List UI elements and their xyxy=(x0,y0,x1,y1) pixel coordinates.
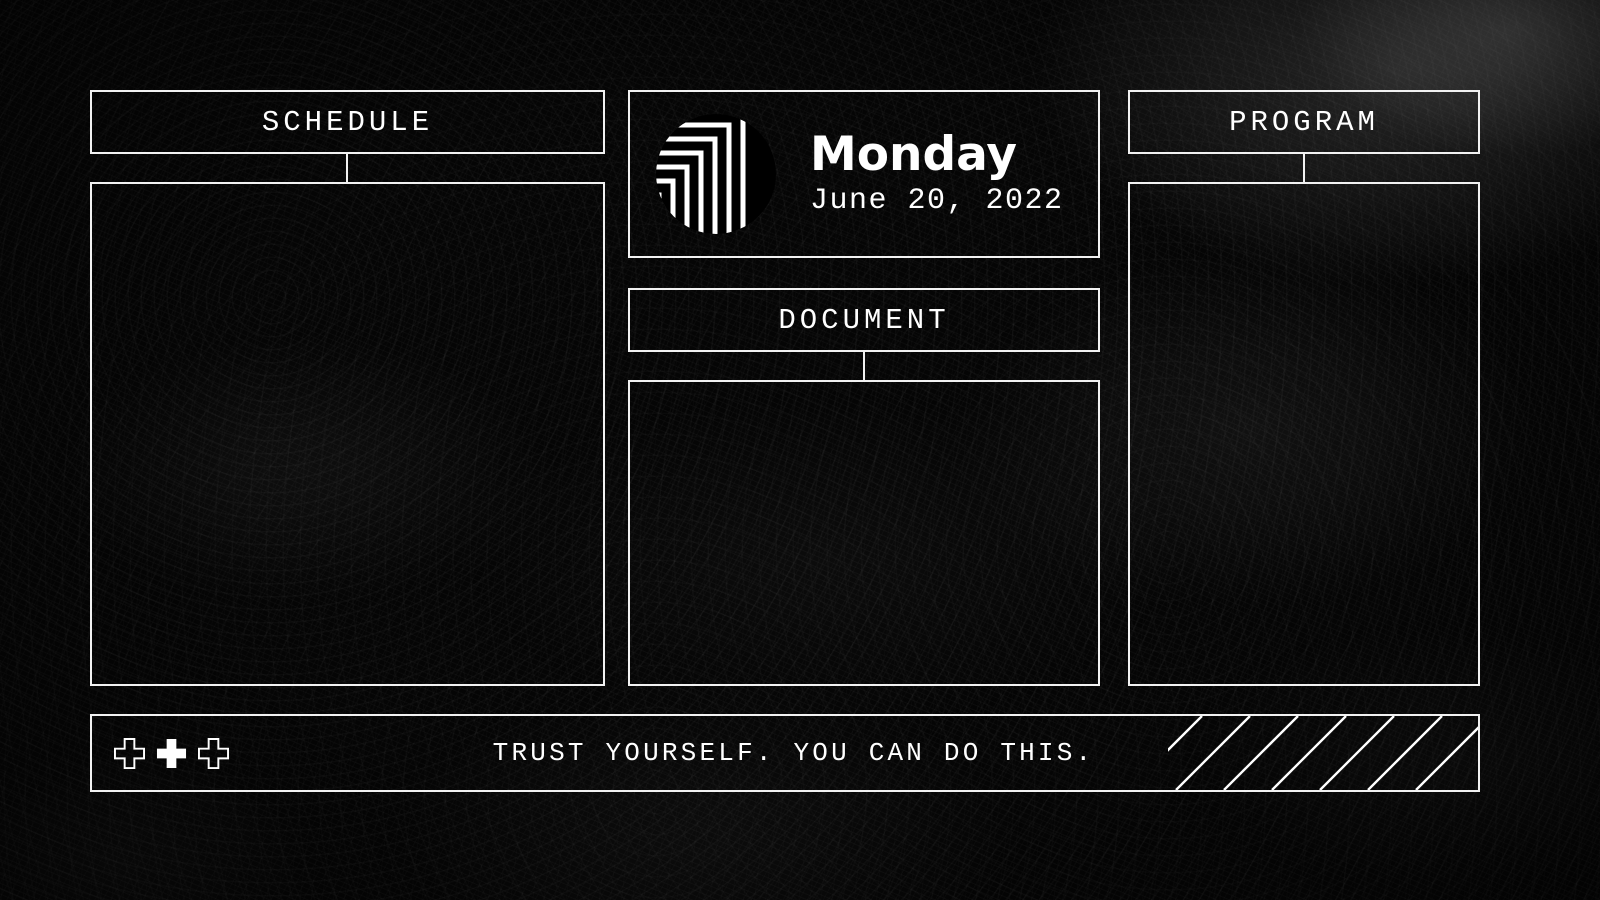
concentric-corner-circle-logo-icon xyxy=(656,114,776,234)
schedule-header-box[interactable]: SCHEDULE xyxy=(90,90,605,154)
program-title: PROGRAM xyxy=(1229,105,1379,139)
document-header-box[interactable]: DOCUMENT xyxy=(628,288,1100,352)
planner-frame: SCHEDULE Monday June 20, 2022 DOCUMENT P… xyxy=(0,0,1600,900)
cross-icon-outline-right xyxy=(198,737,229,769)
schedule-content-panel[interactable] xyxy=(90,182,605,686)
date-card[interactable]: Monday June 20, 2022 xyxy=(628,90,1100,258)
diagonal-stripes-decoration xyxy=(1168,716,1478,790)
document-title: DOCUMENT xyxy=(778,303,950,337)
cross-icon-group xyxy=(114,737,229,769)
motivational-quote: TRUST YOURSELF. YOU CAN DO THIS. xyxy=(492,738,1095,768)
program-connector-line xyxy=(1303,154,1305,182)
document-content-panel[interactable] xyxy=(628,380,1100,686)
footer-quote-bar[interactable]: TRUST YOURSELF. YOU CAN DO THIS. xyxy=(90,714,1480,792)
program-header-box[interactable]: PROGRAM xyxy=(1128,90,1480,154)
cross-icon-outline-left xyxy=(114,737,145,769)
day-name-label: Monday xyxy=(810,126,1018,182)
program-content-panel[interactable] xyxy=(1128,182,1480,686)
cross-icon-filled-center xyxy=(156,738,187,768)
document-connector-line xyxy=(863,352,865,380)
date-text-group: Monday June 20, 2022 xyxy=(810,126,1064,219)
full-date-label: June 20, 2022 xyxy=(810,184,1064,219)
schedule-connector-line xyxy=(346,154,348,182)
schedule-title: SCHEDULE xyxy=(261,105,434,139)
